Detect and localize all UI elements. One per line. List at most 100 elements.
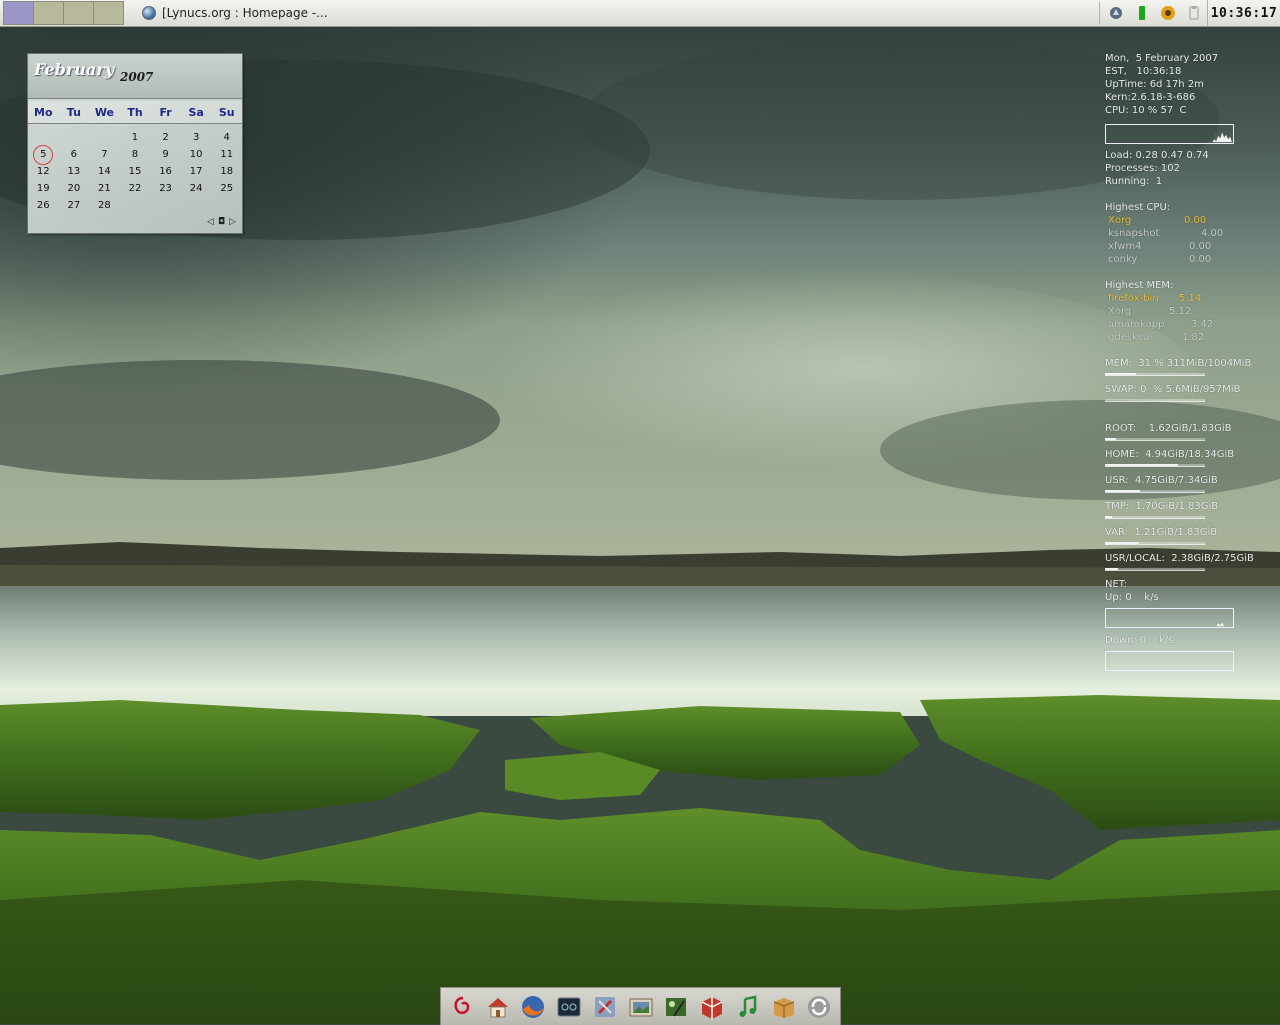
calendar-day[interactable]: 26	[28, 197, 59, 214]
archive-manager-icon	[773, 997, 794, 1018]
calendar-day-today[interactable]: 5	[28, 144, 59, 165]
terminal-icon	[557, 997, 581, 1016]
load-line: Load: 0.28 0.47 0.74	[1105, 150, 1209, 161]
calendar-day[interactable]: 21	[89, 180, 120, 197]
calendar-day[interactable]: 3	[181, 129, 212, 146]
running-line: Running: 1	[1105, 176, 1163, 187]
calendar-day[interactable]: 10	[181, 146, 212, 163]
fs-usr-bar-fill	[1105, 490, 1140, 492]
today-button[interactable]: ◘	[218, 217, 225, 227]
calendar-day[interactable]: 12	[28, 163, 59, 180]
calendar-day[interactable]: 9	[150, 146, 181, 163]
top-panel: [Lynucs.org : Homepage -... 10:36:17	[0, 0, 1280, 27]
calendar-weekday-row: Mo Tu We Th Fr Sa Su	[28, 101, 242, 124]
kernel-line: Kern:2.6.18-3-686	[1105, 92, 1196, 103]
calendar-day[interactable]: 22	[120, 180, 151, 197]
calendar-day[interactable]: 16	[150, 163, 181, 180]
calendar-day[interactable]: 18	[211, 163, 242, 180]
task-title: [Lynucs.org : Homepage -...	[162, 6, 328, 20]
date-line: Mon, 5 February 2007	[1105, 53, 1219, 64]
battery-icon[interactable]	[1134, 5, 1150, 21]
fs-var-line: VAR: 1.21GiB/1.83GiB	[1105, 527, 1218, 538]
calendar-year: 2007	[120, 70, 154, 84]
previous-month-button[interactable]: ◁	[207, 217, 214, 227]
calendar-day[interactable]: 13	[59, 163, 90, 180]
music-player-button[interactable]	[733, 992, 763, 1022]
package-box-button[interactable]	[697, 992, 727, 1022]
cpu-line: CPU: 10 % 57 C	[1105, 105, 1187, 116]
workspace-1-button[interactable]	[4, 2, 34, 24]
calendar-day[interactable]: 8	[120, 146, 151, 163]
music-player-icon	[739, 994, 756, 1017]
calendar-day[interactable]: 2	[150, 129, 181, 146]
mem-line: MEM: 31 % 311MiB/1004MiB	[1105, 358, 1252, 369]
workspace-4-button[interactable]	[94, 2, 123, 24]
graphics-editor-button[interactable]	[661, 992, 691, 1022]
calendar-day[interactable]: 17	[181, 163, 212, 180]
clipboard-icon[interactable]	[1186, 5, 1202, 21]
calendar-day[interactable]: 24	[181, 180, 212, 197]
firefox-button[interactable]	[518, 992, 548, 1022]
workspace-switcher	[3, 1, 124, 25]
calendar-day[interactable]: 11	[211, 146, 242, 163]
calendar-month: February	[34, 60, 115, 79]
fs-root-line: ROOT: 1.62GiB/1.83GiB	[1105, 423, 1232, 434]
calendar-day[interactable]: 15	[120, 163, 151, 180]
calendar-day[interactable]: 6	[59, 146, 90, 163]
workspace-2-button[interactable]	[34, 2, 64, 24]
calendar-day[interactable]: 14	[89, 163, 120, 180]
next-month-button[interactable]: ▷	[229, 217, 236, 227]
calendar-day[interactable]: 20	[59, 180, 90, 197]
fs-usr-bar	[1105, 490, 1205, 493]
fs-tmp-bar-fill	[1105, 516, 1112, 518]
conky-system-monitor: Mon, 5 February 2007 EST, 10:36:18 UpTim…	[1105, 52, 1277, 732]
calendar-navigation: ◁ ◘ ▷	[207, 217, 236, 227]
debian-menu-icon	[454, 996, 470, 1014]
debian-menu-button[interactable]	[447, 992, 477, 1022]
clock-time: 10:36:17	[1210, 5, 1278, 21]
highest-cpu-name: conky	[1108, 254, 1138, 265]
calendar-day[interactable]: 28	[89, 197, 120, 214]
weekday-label: Su	[218, 105, 235, 119]
fs-usr-local-line: USR/LOCAL: 2.38GiB/2.75GiB	[1105, 553, 1254, 564]
update-manager-button[interactable]	[804, 992, 834, 1022]
fs-var-bar-fill	[1105, 542, 1139, 544]
calendar-day[interactable]: 27	[59, 197, 90, 214]
fs-home-line: HOME: 4.94GiB/18.34GiB	[1105, 449, 1235, 460]
settings-tools-icon	[594, 996, 615, 1017]
calendar-blank-cell	[59, 129, 90, 146]
highest-mem-value: 5.12	[1169, 306, 1192, 317]
terminal-button[interactable]	[554, 992, 584, 1022]
firefox-icon	[522, 995, 545, 1018]
update-manager-icon	[808, 995, 831, 1018]
workspace-3-button[interactable]	[64, 2, 94, 24]
calendar-day[interactable]: 23	[150, 180, 181, 197]
calendar-day[interactable]: 4	[211, 129, 242, 146]
highest-cpu-name: xfwm4	[1108, 241, 1142, 252]
network-icon[interactable]	[1108, 5, 1124, 21]
fs-home-bar	[1105, 464, 1205, 467]
calendar-day[interactable]: 7	[89, 146, 120, 163]
time-line: EST, 10:36:18	[1105, 66, 1182, 77]
calendar-day[interactable]: 1	[120, 129, 151, 146]
highest-mem-name: gdeskcal	[1108, 332, 1153, 343]
home-folder-button[interactable]	[483, 992, 513, 1022]
application-dock	[440, 987, 841, 1025]
calendar-day[interactable]: 19	[28, 180, 59, 197]
highest-mem-label: Highest MEM:	[1105, 280, 1174, 291]
image-viewer-button[interactable]	[626, 992, 656, 1022]
task-firefox-window[interactable]: [Lynucs.org : Homepage -...	[136, 2, 334, 24]
highest-cpu-label: Highest CPU:	[1105, 202, 1171, 213]
calendar-day[interactable]: 25	[211, 180, 242, 197]
clock-applet[interactable]: 10:36:17	[1207, 0, 1280, 26]
highest-cpu-name: ksnapshot	[1108, 228, 1160, 239]
settings-tools-button[interactable]	[590, 992, 620, 1022]
weekday-label: Th	[127, 105, 143, 119]
cpu-graph	[1105, 124, 1234, 144]
fs-var-bar	[1105, 542, 1205, 545]
amarok-icon[interactable]	[1160, 5, 1176, 21]
fs-usr-local-bar	[1105, 568, 1205, 571]
archive-manager-button[interactable]	[769, 992, 799, 1022]
weekday-label: Fr	[159, 105, 172, 119]
swap-line: SWAP: 0 % 5.6MiB/957MiB	[1105, 384, 1241, 395]
